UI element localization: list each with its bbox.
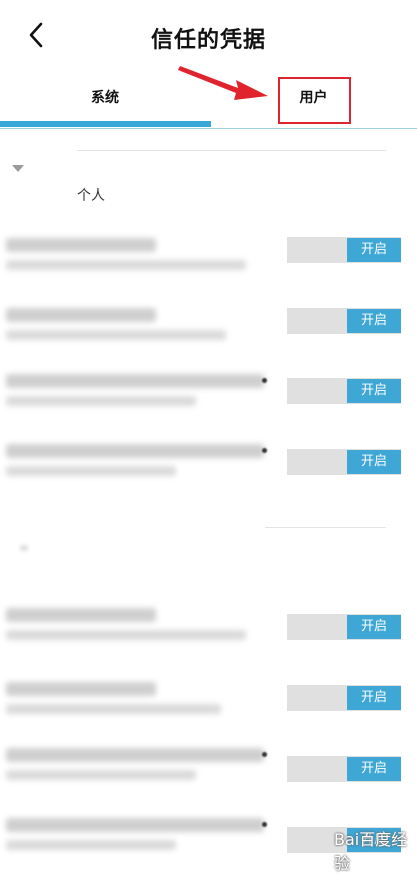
certificate-issuer (6, 630, 246, 640)
certificate-name (6, 818, 264, 832)
page-title: 信任的凭据 (150, 28, 266, 53)
blurred-mark (262, 378, 267, 383)
certificate-issuer (6, 704, 221, 714)
divider (77, 150, 386, 151)
certificate-issuer (6, 466, 176, 476)
blurred-mark (262, 752, 267, 757)
certificate-name (6, 308, 156, 322)
certificate-issuer (6, 260, 246, 270)
certificate-issuer (6, 770, 196, 780)
certificate-toggle[interactable]: 开启 (287, 237, 401, 263)
blurred-mark (262, 448, 267, 453)
certificate-issuer (6, 330, 226, 340)
certificate-name (6, 238, 156, 252)
certificate-name (6, 748, 264, 762)
section-label-blurred (77, 563, 95, 579)
toggle-label: 开启 (347, 238, 401, 262)
tab-indicator (0, 121, 211, 127)
toggle-label: 开启 (347, 757, 401, 781)
certificate-name (6, 608, 156, 622)
toggle-label: 开启 (347, 686, 401, 710)
blurred-mark (262, 822, 267, 827)
annotation-arrow (178, 66, 268, 100)
certificate-toggle[interactable]: 开启 (287, 378, 401, 404)
certificate-toggle[interactable]: 开启 (287, 308, 401, 334)
collapse-caret-icon[interactable] (12, 165, 24, 172)
certificate-issuer (6, 396, 196, 406)
toggle-label: 开启 (347, 379, 401, 403)
collapse-caret-icon-blurred (20, 545, 28, 551)
annotation-highlight-box (278, 77, 351, 124)
certificate-toggle[interactable]: 开启 (287, 756, 401, 782)
watermark-text: Bai百度经验 (334, 830, 408, 873)
certificate-toggle[interactable]: 开启 (287, 449, 401, 475)
toggle-label: 开启 (347, 450, 401, 474)
certificate-name (6, 374, 264, 388)
certificate-name (6, 682, 156, 696)
toggle-label: 开启 (347, 615, 401, 639)
certificate-name (6, 444, 264, 458)
certificate-toggle[interactable]: 开启 (287, 685, 401, 711)
toggle-label: 开启 (347, 309, 401, 333)
divider (265, 527, 386, 528)
certificate-toggle[interactable]: 开启 (287, 614, 401, 640)
certificate-issuer (6, 840, 176, 850)
section-label-personal: 个人 (77, 188, 105, 204)
